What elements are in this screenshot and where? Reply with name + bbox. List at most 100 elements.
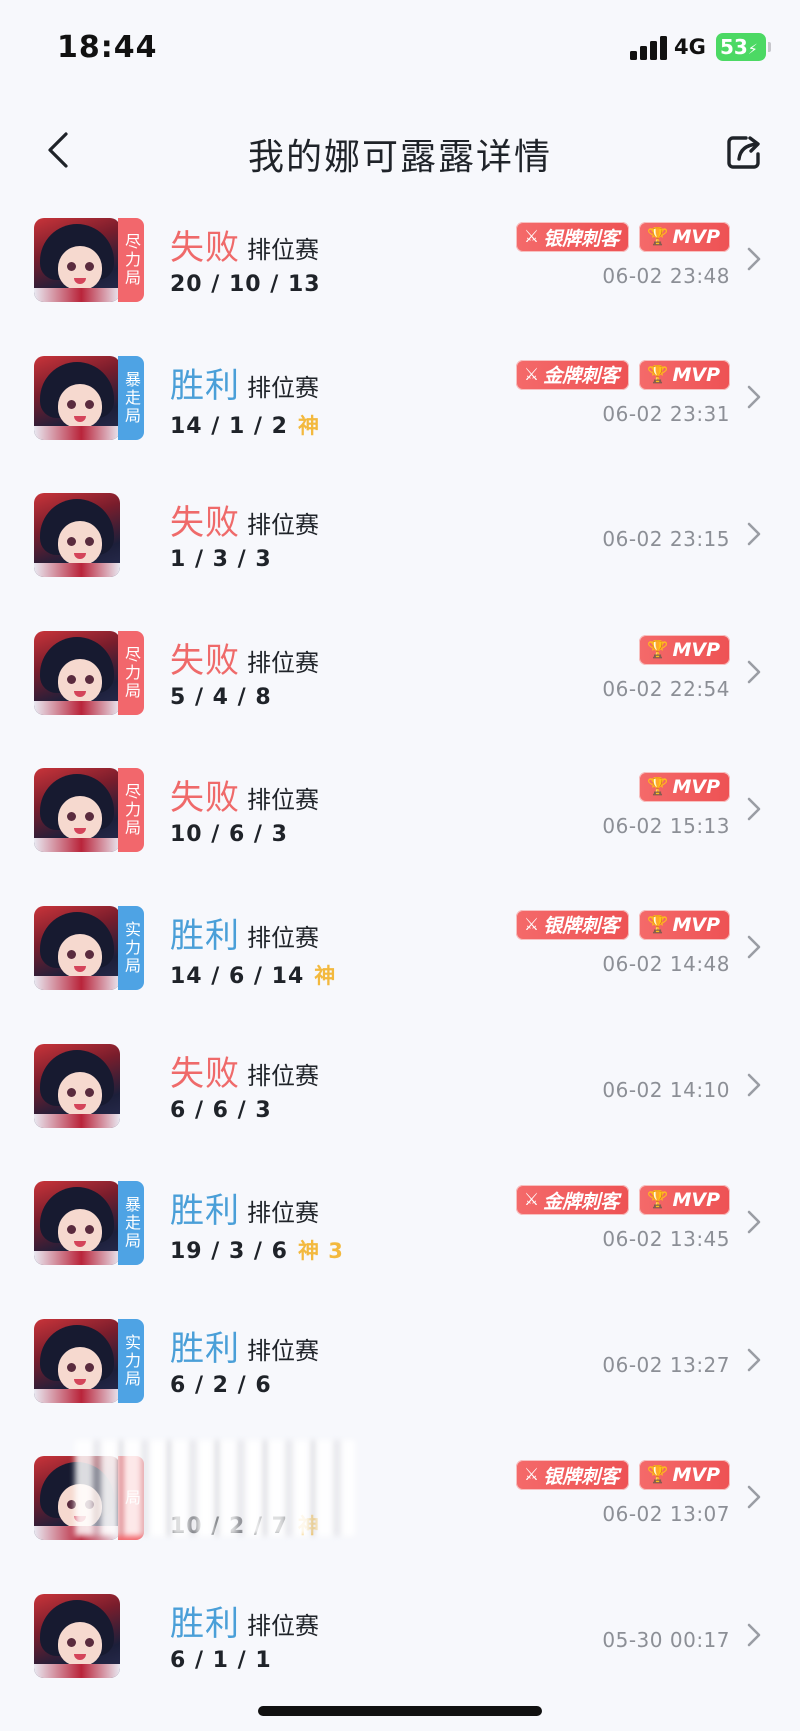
match-time: 06-02 15:13 — [602, 814, 730, 839]
trophy-icon: 🏆 — [647, 639, 669, 660]
match-time: 06-02 22:54 — [602, 676, 730, 701]
trophy-icon: 🏆 — [647, 227, 669, 247]
honor-badge-label: 金牌刺客 — [543, 1190, 620, 1213]
trophy-icon: 🏆 — [647, 364, 669, 385]
chevron-right-icon — [747, 935, 761, 959]
honor-badge: 🏆 MVP — [639, 1460, 730, 1491]
assassin-icon: ⚔ — [524, 1190, 540, 1211]
hero-portrait — [34, 1181, 120, 1266]
hero-portrait — [34, 768, 120, 853]
honor-badge: ⚔ 金牌刺客 — [516, 1185, 630, 1216]
hero-portrait — [34, 1043, 120, 1128]
hero-avatar: 暴走局 — [34, 1181, 144, 1266]
chevron-right-icon — [747, 247, 761, 271]
match-time: 06-02 14:10 — [602, 1077, 730, 1102]
match-row[interactable]: 实力局 胜利 排位赛 6 / 2 / 6 06-02 13:27 — [0, 1307, 800, 1445]
honor-badges: ⚔ 银牌刺客 🏆 MVP — [516, 909, 730, 942]
hero-avatar: 实力局 — [34, 1318, 144, 1403]
trophy-icon: 🏆 — [647, 777, 669, 798]
match-row[interactable]: 失败 排位赛 1 / 3 / 3 06-02 23:15 — [0, 481, 800, 619]
kda-value: 20 / 10 / 13 — [170, 272, 321, 297]
match-result: 失败 — [170, 228, 240, 268]
hero-portrait — [34, 218, 120, 302]
share-icon — [727, 136, 760, 169]
match-row[interactable]: 失败 排位赛 6 / 6 / 3 06-02 14:10 — [0, 1032, 800, 1170]
match-result: 失败 — [170, 778, 240, 819]
chevron-right-icon — [747, 1486, 761, 1509]
hero-avatar: 暴走局 — [34, 355, 144, 440]
tier-tag: 实力局 — [118, 905, 144, 990]
match-time: 06-02 13:07 — [602, 1502, 730, 1527]
kda-value: 14 / 6 / 14 — [170, 963, 305, 989]
game-mode: 排位赛 — [247, 236, 319, 264]
kda-stats: 20 / 10 / 13 — [170, 272, 321, 297]
match-row[interactable]: 暴走局 胜利 排位赛 14 / 1 / 2 神 ⚔ 金牌刺客 🏆 MVP 06-02 23:31 — [0, 344, 800, 482]
honor-badge-label: 银牌刺客 — [543, 915, 620, 938]
match-row[interactable]: 暴走局 胜利 排位赛 19 / 3 / 6 神 3 ⚔ 金牌刺客 🏆 MVP 06-02 13:4… — [0, 1169, 800, 1307]
match-result: 胜利 — [170, 915, 240, 956]
match-result: 失败 — [170, 640, 240, 681]
assassin-icon: ⚔ — [524, 364, 540, 385]
kda-value: 6 / 2 / 6 — [170, 1372, 272, 1398]
kda-value: 6 / 1 / 1 — [170, 1647, 272, 1673]
honor-badge-label: 银牌刺客 — [543, 1465, 620, 1488]
match-result: 胜利 — [170, 1603, 240, 1644]
kda-stats: 14 / 1 / 2 神 — [170, 410, 320, 440]
trophy-icon: 🏆 — [647, 1465, 669, 1486]
hero-avatar — [34, 1043, 144, 1128]
assassin-icon: ⚔ — [524, 914, 540, 935]
chevron-right-icon — [747, 1073, 761, 1096]
kda-stats: 6 / 6 / 3 — [170, 1098, 272, 1123]
honor-badges: ⚔ 银牌刺客 🏆 MVP — [516, 222, 730, 254]
match-row[interactable]: 实力局 胜利 排位赛 14 / 6 / 14 神 ⚔ 银牌刺客 🏆 MVP 06-02 14:48 — [0, 894, 800, 1032]
chevron-right-icon — [747, 660, 761, 684]
match-result: 失败 — [170, 1053, 240, 1094]
share-button[interactable] — [724, 132, 764, 172]
match-time: 06-02 23:48 — [602, 264, 730, 288]
honor-badge-label: MVP — [672, 776, 720, 799]
honor-badge: ⚔ 银牌刺客 — [516, 909, 630, 940]
tier-tag: 尽力局 — [118, 630, 144, 715]
match-row[interactable]: 尽力局 失败 排位赛 20 / 10 / 13 ⚔ 银牌刺客 🏆 MVP 06-02 23:48 — [0, 206, 800, 344]
assassin-icon: ⚔ — [524, 227, 540, 247]
kda-stats: 10 / 6 / 3 — [170, 822, 288, 847]
hero-avatar: 尽力局 — [34, 218, 144, 302]
status-bar: 18:44 4G 53⚡ — [0, 0, 800, 96]
blur-overlay — [75, 1440, 355, 1536]
charging-icon: ⚡ — [747, 42, 758, 58]
kda-stats: 1 / 3 / 3 — [170, 547, 272, 572]
match-row[interactable]: 胜利 排位赛 6 / 1 / 1 05-30 00:17 — [0, 1582, 800, 1720]
match-row[interactable]: 尽力局 失败 排位赛 10 / 6 / 3 🏆 MVP 06-02 15:13 — [0, 756, 800, 894]
match-time: 05-30 00:17 — [602, 1627, 730, 1652]
game-mode: 排位赛 — [247, 1061, 319, 1090]
kda-stats: 6 / 1 / 1 — [170, 1648, 272, 1673]
trophy-icon: 🏆 — [647, 1190, 669, 1211]
match-result: 胜利 — [170, 1191, 240, 1232]
hero-avatar — [34, 493, 144, 578]
honor-badge-label: MVP — [672, 1189, 720, 1212]
kda-stats: 5 / 4 / 8 — [170, 685, 272, 710]
hero-portrait — [34, 905, 120, 990]
honor-badge-label: MVP — [672, 226, 720, 248]
game-mode: 排位赛 — [247, 511, 319, 540]
hero-portrait — [34, 1318, 120, 1403]
hero-avatar — [34, 1593, 144, 1678]
hero-avatar: 尽力局 — [34, 768, 144, 853]
page-title: 我的娜可露露详情 — [247, 137, 552, 178]
kda-value: 6 / 6 / 3 — [170, 1097, 272, 1123]
game-mode: 排位赛 — [247, 1199, 319, 1228]
game-mode: 排位赛 — [247, 923, 319, 952]
tier-tag: 尽力局 — [118, 218, 144, 302]
game-mode: 排位赛 — [247, 1336, 319, 1365]
game-mode: 排位赛 — [247, 1611, 319, 1640]
honor-badge-label: MVP — [672, 1464, 720, 1487]
battery-icon: 53⚡ — [716, 33, 771, 61]
hero-portrait — [34, 1593, 120, 1678]
network-type: 4G — [674, 35, 706, 59]
chevron-right-icon — [747, 1623, 761, 1647]
honor-badge: 🏆 MVP — [639, 1185, 730, 1216]
honor-badges: ⚔ 金牌刺客 🏆 MVP — [516, 359, 730, 392]
match-row[interactable]: 尽力局 失败 排位赛 5 / 4 / 8 🏆 MVP 06-02 22:54 — [0, 619, 800, 757]
match-result: 胜利 — [170, 1328, 240, 1369]
tier-tag: 暴走局 — [118, 355, 144, 440]
